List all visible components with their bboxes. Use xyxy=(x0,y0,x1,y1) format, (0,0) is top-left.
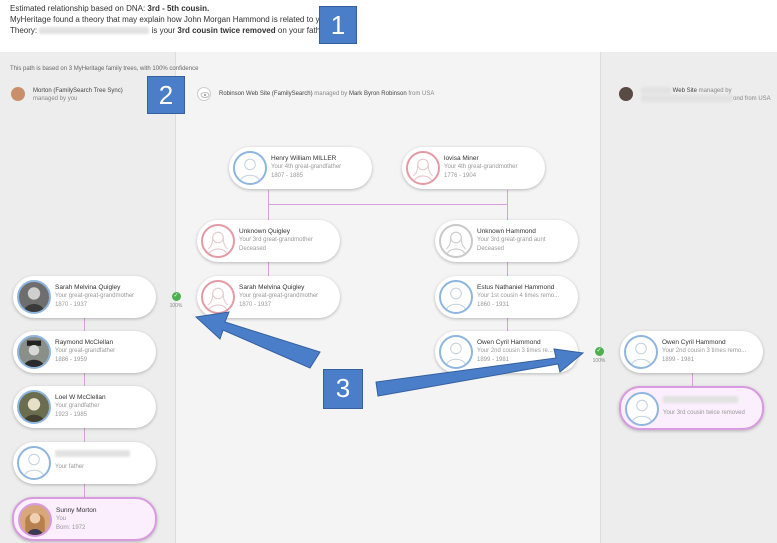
match-check-icon: ✓ xyxy=(171,292,181,301)
theory-intro-line: MyHeritage found a theory that may expla… xyxy=(10,15,331,24)
connector-line xyxy=(268,204,507,205)
female-silhouette-icon xyxy=(406,151,440,185)
left-tree-managed: managed by you xyxy=(33,96,78,102)
connector-line xyxy=(84,318,85,331)
tree-owner-avatar xyxy=(619,87,633,101)
person-card-sarah-quigley-left[interactable]: Sarah Melvina Quigley Your great-great-g… xyxy=(13,276,156,318)
relationship-header: Estimated relationship based on DNA: 3rd… xyxy=(0,0,777,52)
connector-line xyxy=(84,484,85,498)
connector-line xyxy=(268,262,269,276)
person-photo xyxy=(17,335,51,369)
person-card-loel-mcclellan[interactable]: Loel W McClellan Your grandfather 1923 -… xyxy=(13,386,156,428)
female-silhouette-icon xyxy=(439,224,473,258)
connector-line xyxy=(507,262,508,276)
callout-1: 1 xyxy=(319,6,357,44)
right-tree-column xyxy=(600,52,777,543)
person-card-owen-hammond-middle[interactable]: Owen Cyril Hammond Your 2nd cousin 3 tim… xyxy=(435,331,578,373)
match-check-icon: ✓ xyxy=(594,347,604,356)
connector-line xyxy=(692,373,693,387)
middle-tree-manager: Mark Byron Robinson xyxy=(348,91,407,97)
callout-3: 3 xyxy=(323,369,363,409)
left-tree-title: Morton (FamilySearch Tree Sync) xyxy=(33,88,123,94)
callout-2: 2 xyxy=(147,76,185,114)
match-indicator-left[interactable]: ✓ 100% xyxy=(166,292,186,309)
right-tree-title: Web Site xyxy=(672,88,697,95)
person-card-unknown-quigley[interactable]: Unknown Quigley Your 3rd great-grandmoth… xyxy=(197,220,340,262)
connector-line xyxy=(507,318,508,331)
person-card-lovisa-miner[interactable]: lovisa Miner Your 4th great-grandmother … xyxy=(402,147,545,189)
person-card-raymond-mcclellan[interactable]: Raymond McClellan Your great-grandfather… xyxy=(13,331,156,373)
person-card-estus-hammond[interactable]: Estus Nathaniel Hammond Your 1st cousin … xyxy=(435,276,578,318)
male-silhouette-icon xyxy=(439,335,473,369)
connector-line xyxy=(84,373,85,386)
person-card-henry-miller[interactable]: Henry William MILLER Your 4th great-gran… xyxy=(229,147,372,189)
match-indicator-right[interactable]: ✓ 100% xyxy=(589,347,609,364)
middle-tree-title: Robinson Web Site (FamilySearch) xyxy=(219,91,313,97)
tree-owner-avatar xyxy=(11,87,25,101)
connector-line xyxy=(507,190,508,204)
person-card-unknown-hammond[interactable]: Unknown Hammond Your 3rd great-grand aun… xyxy=(435,220,578,262)
eye-icon xyxy=(197,87,211,101)
connector-line xyxy=(268,204,269,220)
person-card-father[interactable]: Your father xyxy=(13,442,156,484)
female-silhouette-icon xyxy=(201,280,235,314)
person-photo xyxy=(17,280,51,314)
male-silhouette-icon xyxy=(17,446,51,480)
person-photo xyxy=(18,503,52,537)
person-card-owen-hammond-right[interactable]: Owen Cyril Hammond Your 2nd cousin 3 tim… xyxy=(620,331,763,373)
male-silhouette-icon xyxy=(625,392,659,426)
path-basis-text: This path is based on 3 MyHeritage famil… xyxy=(10,66,199,72)
connector-line xyxy=(507,204,508,220)
person-card-sarah-quigley-middle[interactable]: Sarah Melvina Quigley Your great-great-g… xyxy=(197,276,340,318)
theory-line: Theory: is your 3rd cousin twice removed… xyxy=(10,26,350,35)
female-silhouette-icon xyxy=(201,224,235,258)
male-silhouette-icon xyxy=(439,280,473,314)
connector-line xyxy=(84,428,85,442)
dna-estimate-line: Estimated relationship based on DNA: 3rd… xyxy=(10,4,210,13)
connector-line xyxy=(268,190,269,204)
person-photo xyxy=(17,390,51,424)
person-card-third-cousin[interactable]: Your 3rd cousin twice removed xyxy=(619,386,764,430)
male-silhouette-icon xyxy=(233,151,267,185)
male-silhouette-icon xyxy=(624,335,658,369)
person-card-you[interactable]: Sunny Morton You Born: 1972 xyxy=(12,497,157,541)
